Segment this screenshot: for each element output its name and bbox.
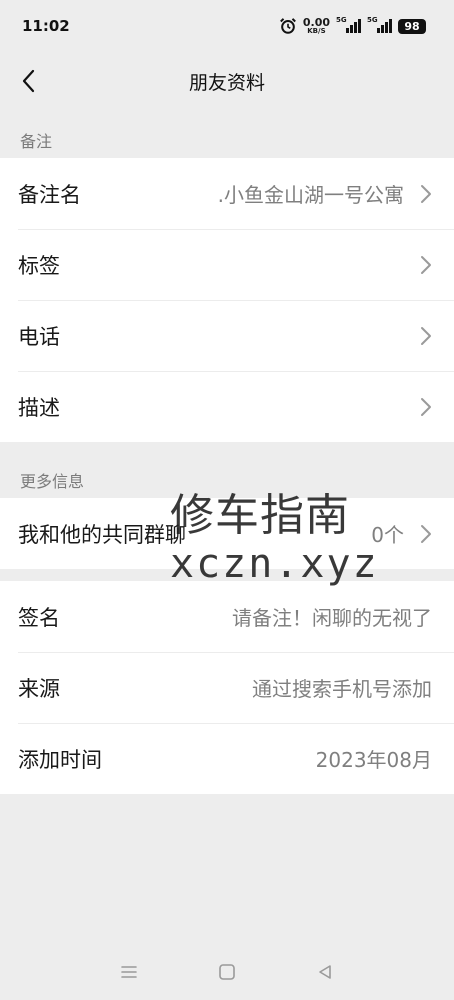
menu-icon bbox=[121, 966, 137, 978]
common-groups-group: 我和他的共同群聊 0个 bbox=[0, 498, 454, 569]
row-phone[interactable]: 电话 bbox=[0, 300, 454, 371]
row-label: 添加时间 bbox=[18, 747, 102, 772]
row-label: 描述 bbox=[18, 395, 60, 420]
section-label-more-info: 更多信息 bbox=[20, 472, 85, 491]
row-label: 我和他的共同群聊 bbox=[18, 522, 186, 547]
row-value: 通过搜索手机号添加 bbox=[252, 677, 432, 701]
menu-button[interactable] bbox=[115, 958, 143, 986]
row-label: 签名 bbox=[18, 605, 60, 630]
chevron-right-icon bbox=[421, 326, 431, 345]
chevron-right-icon bbox=[421, 397, 431, 416]
back-nav-button[interactable] bbox=[311, 958, 339, 986]
net-speed-unit: KB/S bbox=[307, 27, 326, 35]
signal-icon-1: 5G bbox=[336, 16, 361, 33]
home-icon bbox=[219, 964, 235, 980]
row-value: .小鱼金山湖一号公寓 bbox=[217, 183, 404, 207]
nav-bar: 朋友资料 bbox=[0, 52, 454, 110]
chevron-right-icon bbox=[421, 255, 431, 274]
status-icons: 0.00 KB/S 5G 5G 98 bbox=[279, 16, 426, 35]
signal-icon-2: 5G bbox=[367, 16, 392, 33]
back-triangle-icon bbox=[319, 965, 331, 979]
status-time: 11:02 bbox=[22, 17, 70, 35]
remark-group: 备注名 .小鱼金山湖一号公寓 标签 电话 描述 bbox=[0, 158, 454, 442]
row-common-groups[interactable]: 我和他的共同群聊 0个 bbox=[0, 498, 454, 569]
section-label-remark: 备注 bbox=[20, 132, 53, 151]
row-value: 请备注！闲聊的无视了 bbox=[232, 606, 432, 630]
row-source: 来源 通过搜索手机号添加 bbox=[0, 652, 454, 723]
row-tags[interactable]: 标签 bbox=[0, 229, 454, 300]
home-button[interactable] bbox=[213, 958, 241, 986]
chevron-right-icon bbox=[421, 184, 431, 203]
alarm-icon bbox=[279, 18, 296, 34]
row-label: 来源 bbox=[18, 676, 60, 701]
info-group: 签名 请备注！闲聊的无视了 来源 通过搜索手机号添加 添加时间 2023年08月 bbox=[0, 581, 454, 794]
row-signature: 签名 请备注！闲聊的无视了 bbox=[0, 581, 454, 652]
row-value: 0个 bbox=[371, 523, 404, 547]
back-button[interactable] bbox=[14, 65, 44, 97]
row-value: 2023年08月 bbox=[315, 748, 432, 772]
row-added-time: 添加时间 2023年08月 bbox=[0, 723, 454, 794]
net-speed: 0.00 KB/S bbox=[303, 17, 330, 35]
row-label: 备注名 bbox=[18, 182, 81, 207]
status-bar: 11:02 0.00 KB/S 5G 5G 98 bbox=[0, 0, 454, 52]
chevron-right-icon bbox=[421, 524, 431, 543]
signal-tag-1: 5G bbox=[336, 16, 347, 24]
row-description[interactable]: 描述 bbox=[0, 371, 454, 442]
row-remark-name[interactable]: 备注名 .小鱼金山湖一号公寓 bbox=[0, 158, 454, 229]
row-label: 电话 bbox=[18, 324, 60, 349]
back-arrow-icon bbox=[22, 69, 35, 93]
page-title: 朋友资料 bbox=[188, 71, 265, 94]
row-label: 标签 bbox=[18, 253, 60, 278]
battery-icon: 98 bbox=[398, 18, 426, 34]
friend-profile-screen: 11:02 0.00 KB/S 5G 5G 98 朋友资料 备注 备注名 .小鱼… bbox=[0, 0, 454, 1000]
signal-tag-2: 5G bbox=[367, 16, 378, 24]
system-nav-bar bbox=[0, 948, 454, 996]
